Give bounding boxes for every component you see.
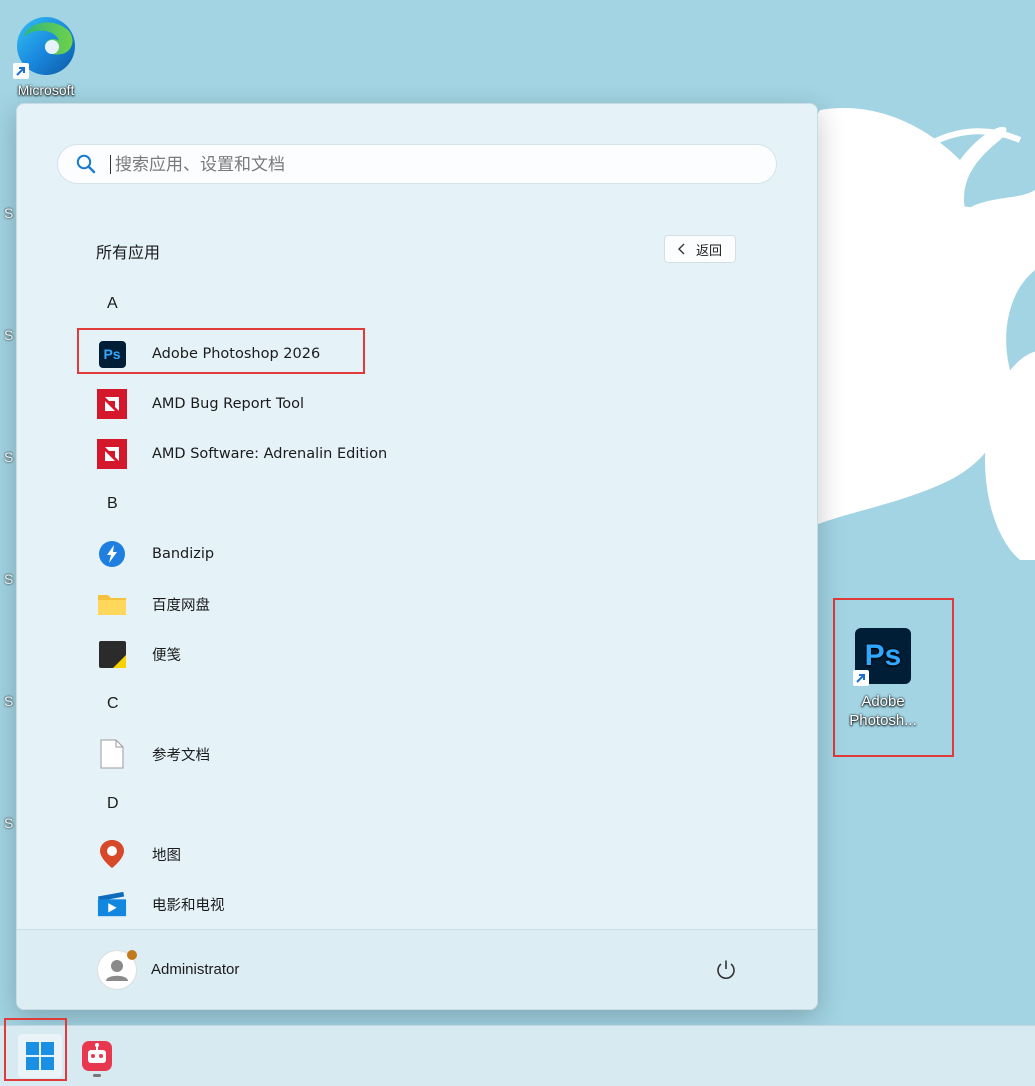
app-item-label: 参考文档 (152, 747, 210, 764)
chevron-left-icon (677, 243, 685, 255)
start-button[interactable] (18, 1034, 62, 1078)
taskbar (0, 1025, 1035, 1086)
search-input[interactable] (113, 149, 757, 181)
document-icon (97, 739, 127, 769)
app-item-reference-docs[interactable]: 参考文档 (77, 729, 777, 779)
app-item-adobe-photoshop-2026[interactable]: Ps Adobe Photoshop 2026 (77, 329, 777, 379)
movies-tv-icon (97, 889, 127, 919)
group-letter-a[interactable]: A (77, 279, 777, 329)
bandizip-icon (97, 539, 127, 569)
photoshop-tile: Ps (98, 340, 126, 368)
group-letter-c[interactable]: C (77, 679, 777, 729)
taskbar-app-assistant[interactable] (75, 1034, 119, 1078)
app-item-baidu-netdisk[interactable]: 百度网盘 (77, 579, 777, 629)
app-item-movies-tv[interactable]: 电影和电视 (77, 879, 777, 929)
power-icon[interactable] (715, 959, 737, 981)
windows-logo-icon (26, 1042, 54, 1070)
notification-badge (127, 950, 137, 960)
start-menu: 所有应用 返回 A Ps Adobe Photoshop 2026 AMD Bu… (16, 103, 818, 1010)
app-item-label: AMD Software: Adrenalin Edition (152, 446, 388, 462)
photoshop-icon: Ps (97, 339, 127, 369)
text-caret (110, 155, 111, 174)
app-item-label: Adobe Photoshop 2026 (152, 346, 321, 362)
app-item-amd-software-adrenalin[interactable]: AMD Software: Adrenalin Edition (77, 429, 777, 479)
app-list: A Ps Adobe Photoshop 2026 AMD Bug Report… (77, 279, 777, 929)
app-item-label: AMD Bug Report Tool (152, 396, 304, 412)
search-icon (76, 154, 96, 174)
app-item-maps[interactable]: 地图 (77, 829, 777, 879)
all-apps-title: 所有应用 (96, 243, 161, 262)
app-item-label: 百度网盘 (152, 597, 210, 614)
photoshop-glyph: Ps (103, 346, 121, 362)
group-letter-d[interactable]: D (77, 779, 777, 829)
app-item-label: 电影和电视 (152, 897, 225, 914)
start-menu-footer: Administrator (17, 929, 817, 1009)
sticky-notes-icon (97, 639, 127, 669)
app-item-label: 便笺 (152, 647, 181, 664)
running-indicator (93, 1074, 101, 1077)
amd-icon (97, 439, 127, 469)
robot-app-icon (82, 1041, 112, 1071)
app-item-label: Bandizip (152, 546, 215, 562)
folder-icon (97, 589, 127, 619)
maps-icon (97, 839, 127, 869)
app-item-sticky-notes[interactable]: 便笺 (77, 629, 777, 679)
app-item-amd-bug-report-tool[interactable]: AMD Bug Report Tool (77, 379, 777, 429)
app-item-bandizip[interactable]: Bandizip (77, 529, 777, 579)
group-letter-b[interactable]: B (77, 479, 777, 529)
search-box[interactable] (57, 144, 777, 184)
user-name[interactable]: Administrator (151, 961, 239, 978)
back-button[interactable]: 返回 (664, 235, 736, 263)
back-button-label: 返回 (695, 243, 722, 259)
amd-icon (97, 389, 127, 419)
app-item-label: 地图 (152, 847, 181, 864)
